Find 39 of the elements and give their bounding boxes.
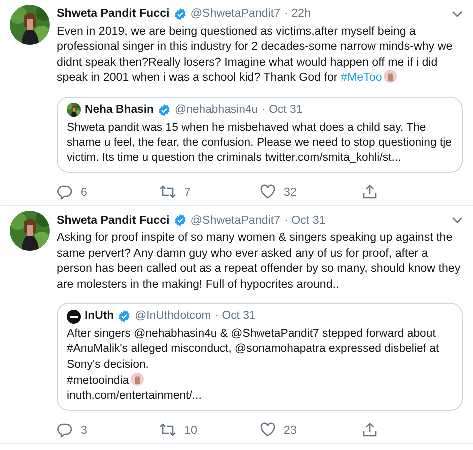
quoted-tweet-card[interactable] bbox=[57, 96, 463, 174]
chevron-down-icon[interactable] bbox=[452, 10, 463, 18]
quoted-tweet-text: #metooindia bbox=[67, 374, 130, 387]
quoted-tweet-text: After singers @nehabhasin4u & @ShwetaPandit7 stepped forward about #AnuMalik's alleged misconduct, @sonamohapatra expressed disbelief at Sony's decision. bbox=[67, 328, 440, 371]
author-name[interactable]: Shweta Pandit Fucci bbox=[57, 6, 170, 22]
hashtag-link[interactable]: #MeToo bbox=[341, 71, 382, 84]
quoted-tweet-time: · Oct 31 bbox=[262, 102, 303, 118]
reply-count: 6 bbox=[81, 184, 88, 200]
retweet-icon[interactable] bbox=[158, 422, 176, 438]
like-count: 32 bbox=[284, 184, 297, 200]
like-count: 23 bbox=[284, 422, 297, 438]
tweet-time[interactable]: · Oct 31 bbox=[284, 212, 326, 228]
quoted-tweet-time: · Oct 31 bbox=[215, 309, 256, 324]
share-icon[interactable] bbox=[362, 184, 378, 200]
quoted-author-handle: @nehabhasin4u bbox=[175, 102, 258, 118]
retweet-count: 10 bbox=[184, 422, 198, 438]
chevron-down-icon[interactable] bbox=[452, 216, 463, 224]
tweet-time[interactable]: · 22h bbox=[284, 6, 311, 22]
author-name[interactable]: Shweta Pandit Fucci bbox=[57, 212, 170, 228]
logo-icon bbox=[67, 310, 81, 324]
author-handle[interactable]: @ShwetaPandit7 bbox=[190, 212, 281, 228]
quoted-tweet-text: inuth.com/entertainment/... bbox=[67, 390, 202, 402]
reply-icon[interactable] bbox=[57, 184, 73, 200]
raised-hands-emoji-icon bbox=[384, 70, 398, 84]
author-handle[interactable]: @ShwetaPandit7 bbox=[190, 6, 281, 22]
heart-icon[interactable] bbox=[260, 184, 276, 200]
quoted-author-handle: @InUthdotcom bbox=[135, 309, 212, 324]
tweet-text: Even in 2019, we are being questioned as victims,after myself being a professional singer in this industry for 2 decades-some narrow minds-why we didnt speak then?Really losers? Imagine what would happen off me if i did speak in 2001 when i was a school kid? Thank God for #MeToo bbox=[57, 24, 454, 86]
retweet-icon[interactable] bbox=[158, 184, 176, 200]
reply-icon[interactable] bbox=[57, 422, 73, 438]
quoted-tweet-text: Shweta pandit was 15 when he misbehaved what does a child say. The shame u feel, the fear, the confusion. Please we need to stop questioning tje victim. Its time u question the criminals twitter.com/smita_kohli/st... bbox=[67, 122, 452, 164]
heart-icon[interactable] bbox=[260, 422, 276, 438]
tweet-text: Asking for proof inspite of so many women & singers speaking up against the same pervert? Any damn guy who ever asked any of us for proof, after a person has been called out as a repeat offender by so many, should know they are molesters in the making! Full of hypocrites around.. bbox=[57, 230, 462, 292]
quoted-author-name: Neha Bhasin bbox=[85, 102, 154, 118]
reply-count: 3 bbox=[81, 422, 88, 438]
quoted-tweet-card[interactable] bbox=[57, 303, 463, 412]
share-icon[interactable] bbox=[362, 422, 378, 438]
retweet-count: 7 bbox=[184, 184, 191, 200]
quoted-author-name: InUth bbox=[85, 309, 114, 324]
